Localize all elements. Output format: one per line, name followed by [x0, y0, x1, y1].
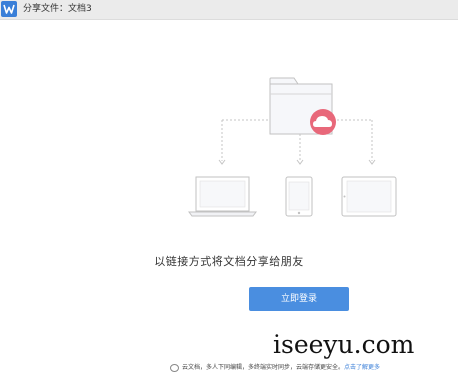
footer-info-text: 云文档，多人下同编辑，多终端实时同步，云端存储更安全。 [182, 364, 345, 371]
tablet-icon [341, 176, 397, 217]
footer-info: 云文档，多人下同编辑，多终端实时同步，云端存储更安全。点击了解更多 [170, 363, 380, 372]
learn-more-link[interactable]: 点击了解更多 [344, 364, 380, 371]
share-illustration [188, 77, 397, 217]
watermark-text: iseeyu.com [273, 330, 415, 359]
chat-bubble-icon [170, 363, 179, 372]
cloud-icon [310, 109, 336, 135]
arrow-down-icons [218, 159, 376, 165]
laptop-icon [188, 176, 257, 217]
phone-icon [285, 176, 313, 217]
login-button[interactable]: 立即登录 [249, 287, 349, 311]
share-message: 以链接方式将文档分享给朋友 [154, 255, 304, 268]
